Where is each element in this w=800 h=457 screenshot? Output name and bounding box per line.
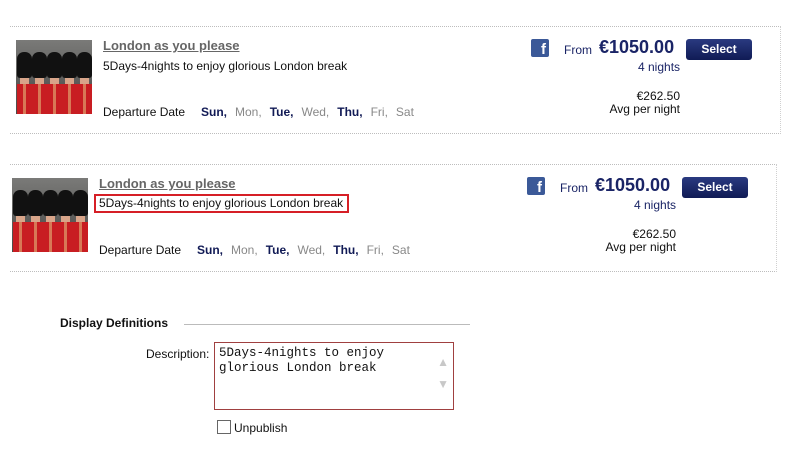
select-button[interactable]: Select	[682, 177, 748, 198]
day-sat: Sat	[391, 243, 410, 257]
display-definitions-title: Display Definitions	[60, 316, 169, 330]
avg-price: €262.50	[632, 227, 676, 241]
listing-price: €1050.00	[599, 37, 675, 57]
day-sun: Sun,	[201, 105, 227, 119]
day-sun: Sun,	[197, 243, 223, 257]
from-label: From	[564, 43, 592, 57]
listing-description: 5Days-4nights to enjoy glorious London b…	[103, 59, 348, 73]
avg-price: €262.50	[636, 89, 680, 103]
day-mon: Mon,	[231, 243, 258, 257]
description-textarea-value[interactable]: 5Days-4nights to enjoy glorious London b…	[219, 346, 429, 376]
select-button[interactable]: Select	[686, 39, 752, 60]
day-thu: Thu,	[337, 105, 363, 119]
unpublish-label[interactable]: Unpublish	[234, 421, 287, 435]
day-mon: Mon,	[235, 105, 262, 119]
section-divider	[184, 324, 470, 325]
facebook-icon[interactable]: f	[527, 177, 545, 195]
nights-count: 4 nights	[634, 198, 677, 212]
day-wed: Wed,	[301, 105, 330, 119]
listing-title-link[interactable]: London as you please	[99, 176, 236, 191]
listing-title-link[interactable]: London as you please	[103, 38, 240, 53]
avg-per-night-label: Avg per night	[609, 102, 681, 116]
day-tue: Tue,	[265, 243, 290, 257]
departure-days: Sun, Mon, Tue, Wed, Thu, Fri, Sat	[197, 243, 418, 257]
avg-per-night-label: Avg per night	[605, 240, 677, 254]
departure-date-label: Departure Date	[103, 105, 186, 119]
chevron-up-icon[interactable]: ▲	[437, 355, 449, 369]
departure-days: Sun, Mon, Tue, Wed, Thu, Fri, Sat	[201, 105, 422, 119]
chevron-down-icon[interactable]: ▼	[437, 377, 449, 391]
departure-date-label: Departure Date	[99, 243, 182, 257]
day-wed: Wed,	[297, 243, 326, 257]
listing-description-highlighted: 5Days-4nights to enjoy glorious London b…	[94, 194, 350, 213]
unpublish-checkbox[interactable]	[217, 420, 231, 434]
from-label: From	[560, 181, 588, 195]
day-fri: Fri,	[370, 105, 388, 119]
listing-thumbnail	[12, 178, 88, 252]
facebook-icon[interactable]: f	[531, 39, 549, 57]
nights-count: 4 nights	[638, 60, 681, 74]
description-label: Description:	[146, 347, 210, 361]
day-tue: Tue,	[269, 105, 294, 119]
description-textarea[interactable]: 5Days-4nights to enjoy glorious London b…	[214, 342, 454, 410]
day-thu: Thu,	[333, 243, 359, 257]
listing-card: London as you please 5Days-4nights to en…	[10, 26, 781, 134]
listing-card: London as you please 5Days-4nights to en…	[10, 164, 777, 272]
listing-price: €1050.00	[595, 175, 671, 195]
day-sat: Sat	[395, 105, 414, 119]
listing-thumbnail	[16, 40, 92, 114]
day-fri: Fri,	[366, 243, 384, 257]
